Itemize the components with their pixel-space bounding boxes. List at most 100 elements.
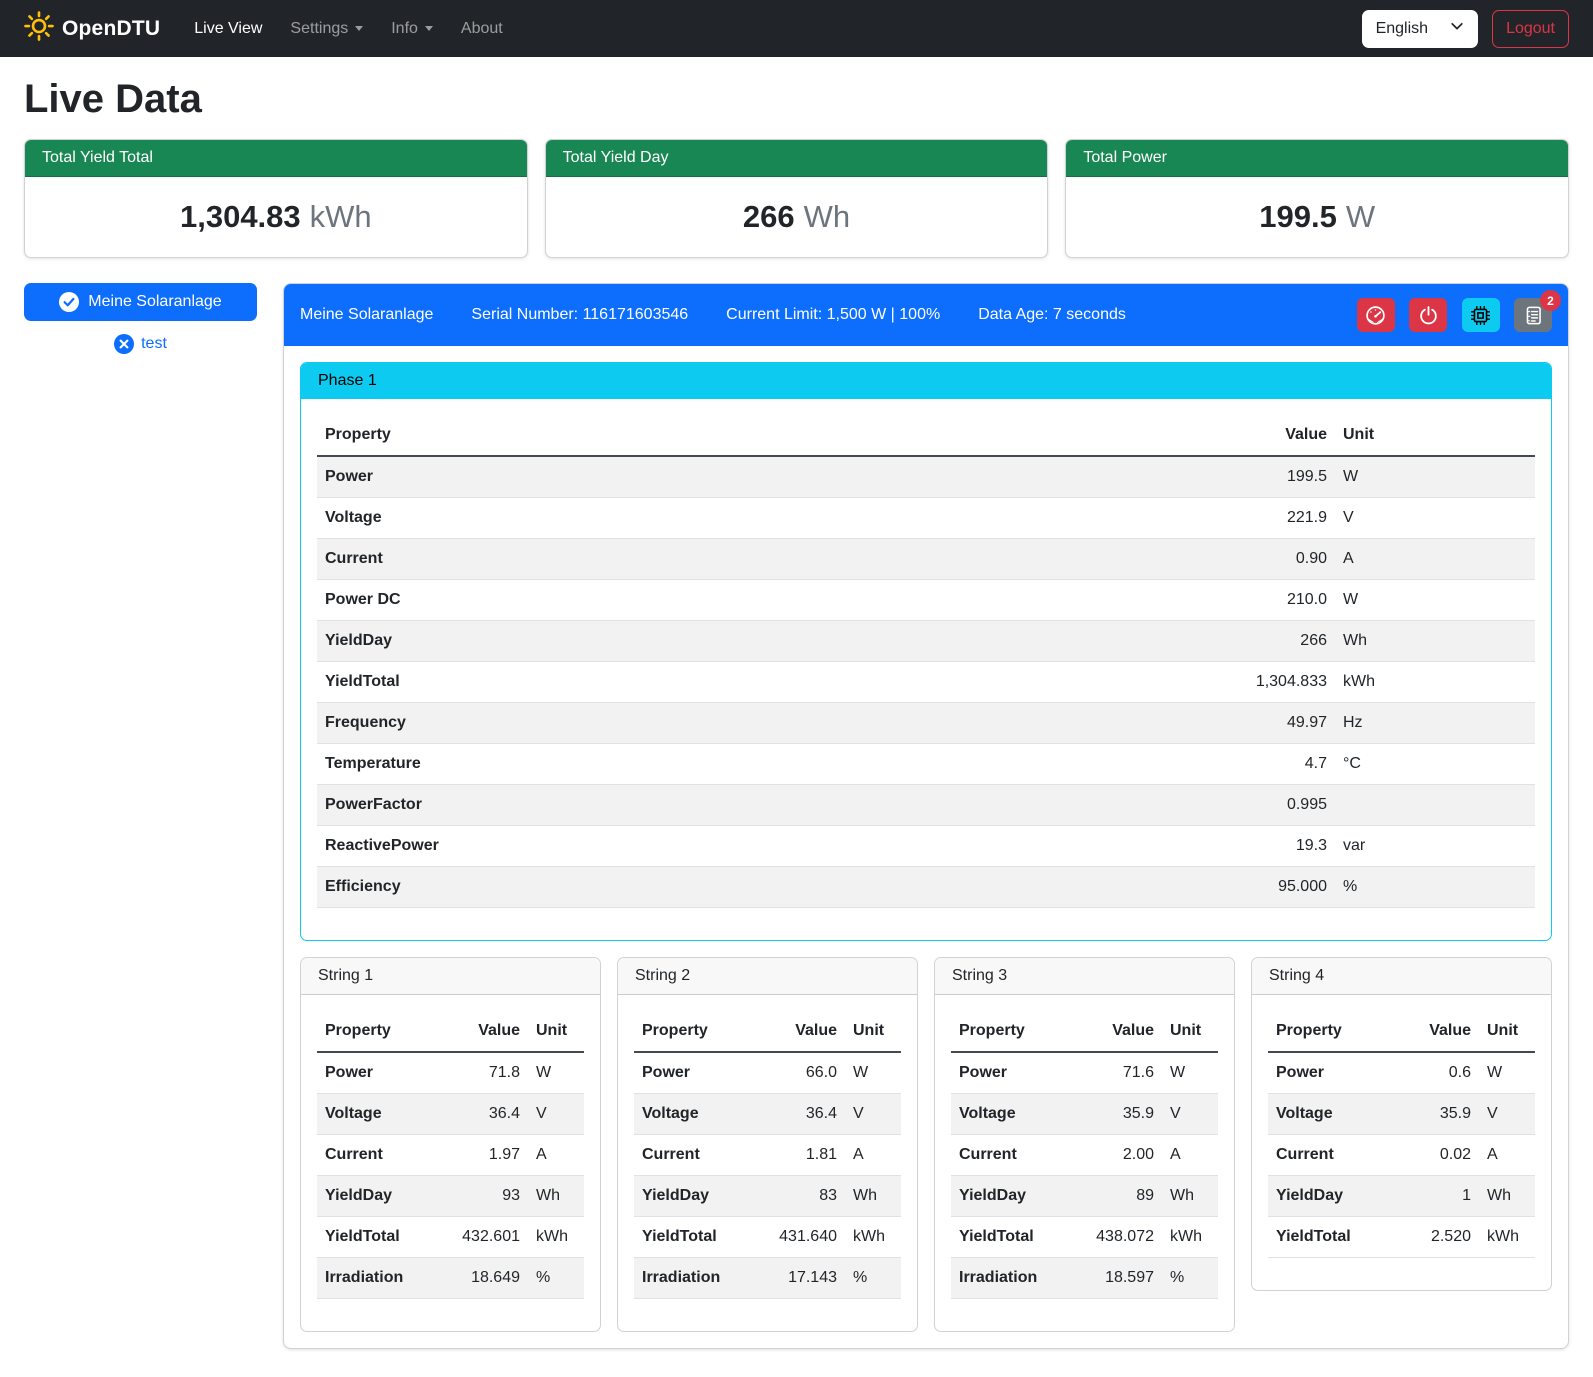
card-body: 1,304.83kWh: [25, 177, 527, 257]
table-row: Current1.81A: [634, 1135, 901, 1176]
table-row: Power0.6W: [1268, 1052, 1535, 1094]
column-header-property: Property: [634, 1011, 757, 1052]
table-row: YieldTotal438.072kWh: [951, 1217, 1218, 1258]
table-row: YieldDay89Wh: [951, 1176, 1218, 1217]
brand[interactable]: OpenDTU: [24, 11, 160, 46]
property-name: Power DC: [317, 580, 1185, 621]
property-value: 36.4: [440, 1094, 528, 1135]
inverter-serial: Serial Number: 116171603546: [471, 306, 688, 324]
property-unit: W: [1479, 1052, 1535, 1094]
table-row: YieldDay1Wh: [1268, 1176, 1535, 1217]
inverter-alt-item[interactable]: test: [24, 334, 257, 354]
property-unit: V: [1335, 498, 1535, 539]
table-row: YieldTotal432.601kWh: [317, 1217, 584, 1258]
language-select[interactable]: English: [1362, 10, 1478, 48]
header-buttons: 2: [1357, 298, 1552, 332]
inverter-card-header: Meine Solaranlage Serial Number: 1161716…: [284, 284, 1568, 346]
column-header-value: Value: [440, 1011, 528, 1052]
inverter-select-button[interactable]: Meine Solaranlage: [24, 283, 257, 321]
property-unit: W: [845, 1052, 901, 1094]
string-3-body: Property Value Unit Power71.6WVoltage35.…: [935, 995, 1234, 1331]
property-unit: Wh: [1479, 1176, 1535, 1217]
property-value: 36.4: [757, 1094, 845, 1135]
string-3-card: String 3 Property Value Unit: [934, 957, 1235, 1332]
nav-item-info[interactable]: Info: [377, 12, 447, 46]
card-header: Total Yield Total: [25, 140, 527, 177]
property-name: Voltage: [317, 498, 1185, 539]
phase-1-card: Phase 1 Property Value Unit Power199.5WV…: [300, 362, 1552, 941]
property-value: 1: [1391, 1176, 1479, 1217]
inverter-data-age: Data Age: 7 seconds: [978, 306, 1126, 324]
property-unit: °C: [1335, 744, 1535, 785]
property-value: 0.02: [1391, 1135, 1479, 1176]
event-log-button[interactable]: 2: [1514, 298, 1552, 332]
table-row: Power DC210.0W: [317, 580, 1535, 621]
property-name: Voltage: [1268, 1094, 1391, 1135]
property-unit: A: [1335, 539, 1535, 580]
nav-item-live-view[interactable]: Live View: [180, 12, 276, 46]
string-4-card: String 4 Property Value Unit: [1251, 957, 1552, 1291]
navbar-right: English Logout: [1362, 10, 1569, 48]
total-yield-day-unit: Wh: [804, 199, 851, 234]
table-row: Power199.5W: [317, 456, 1535, 498]
total-power-value: 199.5: [1259, 199, 1337, 234]
table-row: Current0.90A: [317, 539, 1535, 580]
table-row: Current0.02A: [1268, 1135, 1535, 1176]
card-header: Total Power: [1066, 140, 1568, 177]
table-row: Voltage35.9V: [951, 1094, 1218, 1135]
strings-row: String 1 Property Value Unit: [300, 957, 1552, 1332]
chevron-down-icon: [1450, 19, 1464, 38]
string-2-card: String 2 Property Value Unit: [617, 957, 918, 1332]
journal-text-icon: [1523, 305, 1544, 326]
property-name: YieldTotal: [317, 1217, 440, 1258]
table-row: Power71.8W: [317, 1052, 584, 1094]
column-header-value: Value: [1185, 415, 1335, 456]
property-value: 66.0: [757, 1052, 845, 1094]
x-circle-icon: [114, 334, 134, 354]
nav-item-settings[interactable]: Settings: [276, 12, 377, 46]
column-header-unit: Unit: [1162, 1011, 1218, 1052]
logout-button[interactable]: Logout: [1492, 10, 1569, 48]
total-power-unit: W: [1346, 199, 1375, 234]
sun-icon: [24, 11, 54, 46]
property-value: 35.9: [1391, 1094, 1479, 1135]
property-unit: W: [1335, 456, 1535, 498]
property-unit: V: [1479, 1094, 1535, 1135]
limit-settings-button[interactable]: [1357, 298, 1395, 332]
power-button[interactable]: [1409, 298, 1447, 332]
table-row: Temperature4.7°C: [317, 744, 1535, 785]
property-unit: Wh: [528, 1176, 584, 1217]
property-unit: %: [1335, 867, 1535, 908]
property-name: YieldDay: [317, 1176, 440, 1217]
property-unit: [1335, 785, 1535, 826]
table-header-row: Property Value Unit: [317, 1011, 584, 1052]
property-value: 1.97: [440, 1135, 528, 1176]
nav-item-about[interactable]: About: [447, 12, 517, 46]
caret-down-icon: [425, 26, 433, 31]
table-row: Current2.00A: [951, 1135, 1218, 1176]
property-name: YieldTotal: [634, 1217, 757, 1258]
table-row: Power66.0W: [634, 1052, 901, 1094]
property-name: Power: [317, 456, 1185, 498]
string-2-body: Property Value Unit Power66.0WVoltage36.…: [618, 995, 917, 1331]
property-value: 266: [1185, 621, 1335, 662]
property-value: 2.520: [1391, 1217, 1479, 1258]
column-header-value: Value: [1391, 1011, 1479, 1052]
event-count-badge: 2: [1540, 290, 1561, 311]
property-unit: kWh: [1335, 662, 1535, 703]
nav-links: Live View Settings Info About: [180, 12, 517, 46]
property-unit: V: [1162, 1094, 1218, 1135]
check-circle-icon: [59, 292, 79, 312]
property-value: 0.90: [1185, 539, 1335, 580]
device-info-button[interactable]: [1462, 298, 1500, 332]
property-name: Current: [634, 1135, 757, 1176]
inverter-name: Meine Solaranlage: [300, 306, 433, 324]
property-unit: Wh: [845, 1176, 901, 1217]
property-value: 93: [440, 1176, 528, 1217]
property-name: Power: [634, 1052, 757, 1094]
string-3-header: String 3: [935, 958, 1234, 995]
table-row: Voltage36.4V: [317, 1094, 584, 1135]
property-name: Current: [951, 1135, 1074, 1176]
property-name: Temperature: [317, 744, 1185, 785]
property-unit: %: [1162, 1258, 1218, 1299]
